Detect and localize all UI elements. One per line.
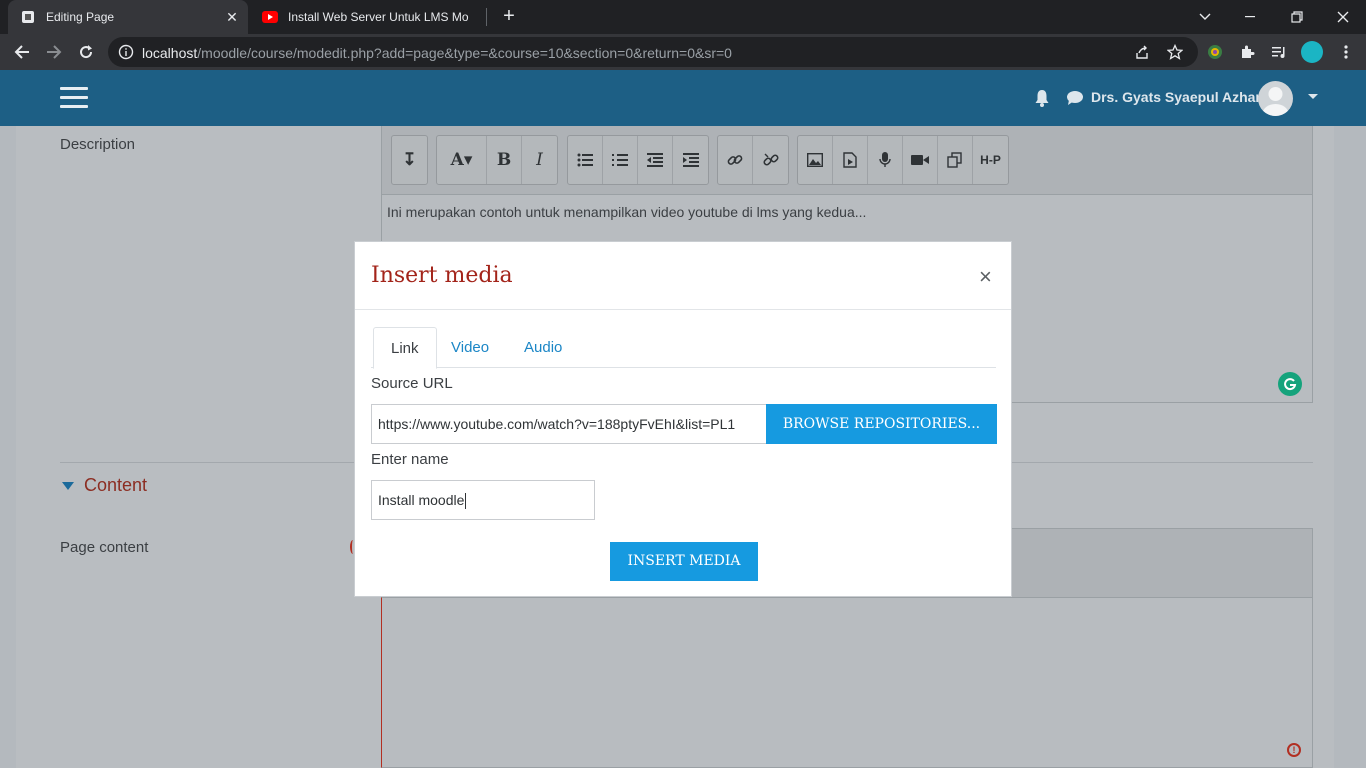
tab-search-icon[interactable]	[1182, 0, 1228, 34]
tab-audio[interactable]: Audio	[507, 327, 579, 368]
extension-color-icon[interactable]	[1205, 42, 1225, 62]
notification-bell-icon[interactable]	[1034, 89, 1050, 112]
new-tab-button[interactable]: +	[498, 5, 520, 27]
outdent-icon[interactable]	[638, 136, 673, 184]
browse-repositories-button[interactable]: BROWSE REPOSITORIES...	[766, 404, 997, 444]
messages-chat-icon[interactable]	[1066, 90, 1084, 111]
insert-media-button[interactable]: INSERT MEDIA	[610, 542, 758, 581]
indent-icon[interactable]	[673, 136, 708, 184]
video-camera-icon[interactable]	[903, 136, 938, 184]
media-playlist-icon[interactable]	[1269, 42, 1289, 62]
page-content-editor[interactable]	[381, 597, 1313, 768]
italic-icon[interactable]: I	[522, 136, 557, 184]
hamburger-menu-icon[interactable]	[60, 87, 88, 109]
user-menu-caret-icon[interactable]	[1308, 94, 1318, 99]
dialog-header: Insert media ×	[355, 242, 1011, 310]
bookmark-star-icon[interactable]	[1166, 43, 1184, 65]
restore-button[interactable]	[1274, 0, 1320, 34]
tab-separator	[486, 8, 487, 26]
user-name[interactable]: Drs. Gyats Syaepul Azhar	[1091, 89, 1261, 105]
image-icon[interactable]	[798, 136, 833, 184]
bold-icon[interactable]: B	[487, 136, 522, 184]
description-text: Ini merupakan contoh untuk menampilkan v…	[387, 204, 867, 220]
tab-link[interactable]: Link	[373, 327, 437, 369]
tab-title: Editing Page	[46, 10, 115, 24]
link-icon[interactable]	[718, 136, 753, 184]
close-window-button[interactable]	[1320, 0, 1366, 34]
avatar[interactable]	[1258, 81, 1293, 116]
description-label: Description	[60, 136, 136, 153]
collapse-triangle-icon	[62, 481, 74, 490]
manage-files-icon[interactable]	[938, 136, 973, 184]
name-input-value: Install moodle	[378, 492, 465, 508]
page-content-label: Page content	[60, 539, 149, 556]
tab-video[interactable]: Video	[434, 327, 506, 368]
url-text: localhost/moodle/course/modedit.php?add=…	[142, 45, 732, 61]
reload-button[interactable]	[72, 38, 100, 66]
toolbar-group-links	[717, 135, 789, 185]
collapse-toolbar-icon[interactable]: ↧	[392, 136, 427, 184]
browser-tab-editing-page[interactable]: Editing Page ✕	[8, 0, 248, 34]
microphone-icon[interactable]	[868, 136, 903, 184]
toolbar-group-collapse: ↧	[391, 135, 428, 185]
paragraph-style-icon[interactable]: A▾	[437, 136, 487, 184]
toolbar-group-style: A▾ B I	[436, 135, 558, 185]
content-section-label: Content	[84, 475, 148, 495]
media-file-icon[interactable]	[833, 136, 868, 184]
extensions-puzzle-icon[interactable]	[1237, 42, 1257, 62]
toolbar-group-media: H-P	[797, 135, 1009, 185]
unlink-icon[interactable]	[753, 136, 788, 184]
profile-avatar-icon[interactable]	[1301, 41, 1323, 63]
browser-tab-strip: Editing Page ✕ Install Web Server Untuk …	[0, 0, 1366, 34]
text-cursor	[465, 493, 467, 510]
browser-menu-icon[interactable]	[1336, 42, 1356, 62]
name-input[interactable]: Install moodle	[371, 480, 595, 520]
address-bar[interactable]: localhost/moodle/course/modedit.php?add=…	[108, 37, 1198, 67]
media-tabs: Link Video Audio	[371, 327, 996, 369]
unordered-list-icon[interactable]	[568, 136, 603, 184]
moodle-navbar: Drs. Gyats Syaepul Azhar	[0, 70, 1366, 126]
close-icon[interactable]: ×	[979, 266, 992, 288]
toolbar-group-lists	[567, 135, 709, 185]
site-info-icon[interactable]	[118, 44, 134, 65]
source-url-label: Source URL	[371, 375, 453, 392]
close-tab-icon[interactable]: ✕	[222, 9, 242, 26]
enter-name-label: Enter name	[371, 451, 449, 468]
browser-tab-youtube[interactable]: Install Web Server Untuk LMS Mo	[250, 0, 480, 34]
forward-button[interactable]	[40, 38, 68, 66]
description-editor-toolbar: ↧ A▾ B I H-P	[381, 126, 1313, 195]
youtube-icon	[262, 9, 278, 25]
insert-media-dialog: Insert media × Link Video Audio Source U…	[354, 241, 1012, 597]
browser-toolbar: localhost/moodle/course/modedit.php?add=…	[0, 34, 1366, 70]
ordered-list-icon[interactable]	[603, 136, 638, 184]
share-icon[interactable]	[1134, 44, 1150, 65]
tab-title: Install Web Server Untuk LMS Mo	[288, 10, 469, 24]
minimize-button[interactable]	[1228, 0, 1274, 34]
back-button[interactable]	[8, 38, 36, 66]
content-section-header[interactable]: Content	[62, 475, 147, 496]
h5p-icon[interactable]: H-P	[973, 136, 1008, 184]
grammarly-icon[interactable]	[1278, 372, 1302, 396]
source-url-input[interactable]: https://www.youtube.com/watch?v=188ptyFv…	[371, 404, 767, 444]
moodle-favicon-icon	[20, 9, 36, 25]
error-alert-icon: !	[1287, 743, 1301, 757]
dialog-title: Insert media	[371, 263, 513, 288]
